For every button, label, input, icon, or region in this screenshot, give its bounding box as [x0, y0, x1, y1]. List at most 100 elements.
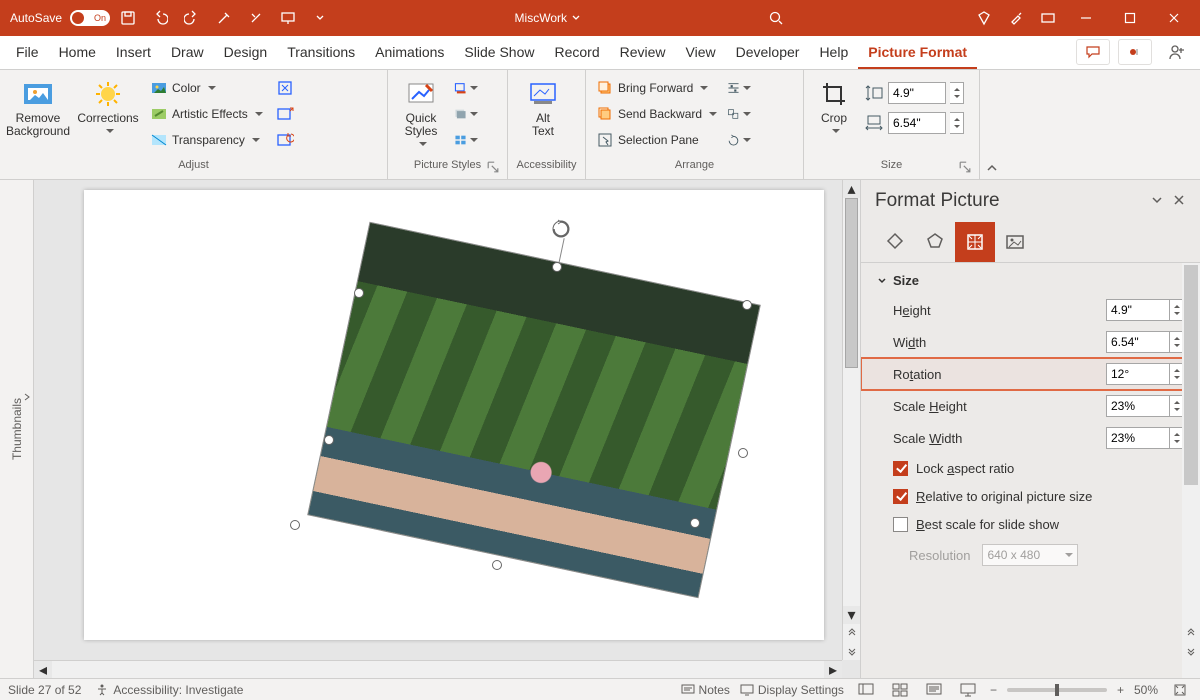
slide[interactable] [84, 190, 824, 640]
pane-scrollbar[interactable] [1182, 263, 1200, 678]
resize-handle[interactable] [742, 300, 752, 310]
scroll-up-button[interactable]: ▴ [843, 180, 860, 198]
tab-insert[interactable]: Insert [106, 38, 161, 69]
pane-width-input[interactable] [1106, 331, 1170, 353]
scroll-down-button[interactable]: ▾ [843, 606, 860, 624]
size-properties-tab[interactable] [955, 222, 995, 262]
minimize-button[interactable] [1066, 0, 1106, 36]
align-button[interactable] [727, 76, 751, 100]
resize-handle[interactable] [324, 435, 334, 445]
tab-design[interactable]: Design [214, 38, 278, 69]
change-picture-button[interactable] [273, 102, 297, 126]
fill-line-tab[interactable] [875, 222, 915, 262]
thumbnails-panel[interactable]: Thumbnails [0, 180, 34, 678]
horizontal-scrollbar[interactable]: ◂ ▸ [34, 660, 842, 678]
vertical-scrollbar[interactable]: ▴ ▾ [842, 180, 860, 660]
tab-home[interactable]: Home [49, 38, 106, 69]
share-button[interactable] [1160, 39, 1194, 65]
size-section-header[interactable]: Size [861, 263, 1200, 294]
tab-record[interactable]: Record [544, 38, 609, 69]
qat-present-button[interactable] [274, 4, 302, 32]
fit-to-window-button[interactable] [1168, 681, 1192, 699]
best-scale-checkbox[interactable]: Best scale for slide show [861, 510, 1200, 538]
send-backward-button[interactable]: Send Backward [592, 102, 721, 126]
pane-scroll-up[interactable] [1182, 624, 1200, 642]
pane-height-input[interactable] [1106, 299, 1170, 321]
height-input[interactable] [888, 82, 946, 104]
corrections-button[interactable]: Corrections [76, 74, 140, 135]
quick-styles-button[interactable]: Quick Styles [394, 74, 448, 148]
tab-picture-format[interactable]: Picture Format [858, 38, 977, 69]
compress-pictures-button[interactable] [273, 76, 297, 100]
zoom-in-button[interactable]: + [1117, 683, 1124, 697]
slideshow-view-button[interactable] [956, 681, 980, 699]
next-slide-button[interactable] [843, 642, 860, 660]
transparency-button[interactable]: Transparency [146, 128, 267, 152]
relative-original-checkbox[interactable]: Relative to original picture size [861, 482, 1200, 510]
tab-view[interactable]: View [676, 38, 726, 69]
tab-file[interactable]: File [6, 38, 49, 69]
pane-scale-height-input[interactable] [1106, 395, 1170, 417]
prev-slide-button[interactable] [843, 624, 860, 642]
document-title[interactable]: MiscWork [515, 11, 581, 25]
group-button[interactable] [727, 102, 751, 126]
tab-developer[interactable]: Developer [726, 38, 810, 69]
resize-handle[interactable] [354, 288, 364, 298]
resize-handle[interactable] [492, 560, 502, 570]
comments-button[interactable] [1076, 39, 1110, 65]
remove-background-button[interactable]: Remove Background [6, 74, 70, 138]
picture-border-button[interactable] [454, 76, 478, 100]
tab-transitions[interactable]: Transitions [277, 38, 365, 69]
ribbon-mode-icon[interactable] [1034, 4, 1062, 32]
scroll-right-button[interactable]: ▸ [824, 661, 842, 678]
qat-more-button[interactable] [306, 4, 334, 32]
display-settings-button[interactable]: Display Settings [740, 683, 844, 697]
premium-diamond-icon[interactable] [970, 4, 998, 32]
maximize-button[interactable] [1110, 0, 1150, 36]
height-spinner[interactable] [950, 82, 964, 104]
tab-help[interactable]: Help [809, 38, 858, 69]
search-button[interactable] [762, 4, 790, 32]
tab-review[interactable]: Review [610, 38, 676, 69]
redo-button[interactable] [178, 4, 206, 32]
zoom-level[interactable]: 50% [1134, 683, 1158, 697]
resize-handle[interactable] [738, 448, 748, 458]
picture-effects-button[interactable] [454, 102, 478, 126]
save-icon[interactable] [114, 4, 142, 32]
artistic-effects-button[interactable]: Artistic Effects [146, 102, 267, 126]
tab-animations[interactable]: Animations [365, 38, 454, 69]
qat-button-2[interactable] [242, 4, 270, 32]
resize-handle[interactable] [552, 262, 562, 272]
notes-button[interactable]: Notes [681, 683, 730, 697]
designer-icon[interactable] [1002, 4, 1030, 32]
width-spinner[interactable] [950, 112, 964, 134]
slide-canvas[interactable]: ▴ ▾ ◂ ▸ [34, 180, 860, 678]
catchup-button[interactable] [1118, 39, 1152, 65]
rotation-handle[interactable] [550, 218, 572, 240]
scroll-thumb[interactable] [845, 198, 858, 368]
width-input[interactable] [888, 112, 946, 134]
picture-layout-button[interactable] [454, 128, 478, 152]
sorter-view-button[interactable] [888, 681, 912, 699]
alt-text-button[interactable]: Alt Text [514, 74, 572, 138]
bring-forward-button[interactable]: Bring Forward [592, 76, 721, 100]
resize-handle[interactable] [690, 518, 700, 528]
pane-scroll-thumb[interactable] [1184, 265, 1198, 485]
reset-picture-button[interactable] [273, 128, 297, 152]
zoom-slider[interactable] [1007, 688, 1107, 692]
picture-styles-dialog-launcher[interactable] [487, 161, 499, 173]
size-dialog-launcher[interactable] [959, 161, 971, 173]
picture-tab[interactable] [995, 222, 1035, 262]
resize-handle[interactable] [290, 520, 300, 530]
lock-aspect-checkbox[interactable]: Lock aspect ratio [861, 454, 1200, 482]
collapse-ribbon-button[interactable] [980, 70, 1004, 179]
crop-button[interactable]: Crop [810, 74, 858, 135]
pane-scale-width-input[interactable] [1106, 427, 1170, 449]
pane-close-button[interactable] [1172, 193, 1186, 210]
close-button[interactable] [1154, 0, 1194, 36]
pane-scroll-down[interactable] [1182, 642, 1200, 660]
autosave-toggle[interactable]: On [70, 10, 110, 26]
rotate-button[interactable] [727, 128, 751, 152]
qat-button-1[interactable] [210, 4, 238, 32]
accessibility-status[interactable]: Accessibility: Investigate [95, 683, 243, 697]
